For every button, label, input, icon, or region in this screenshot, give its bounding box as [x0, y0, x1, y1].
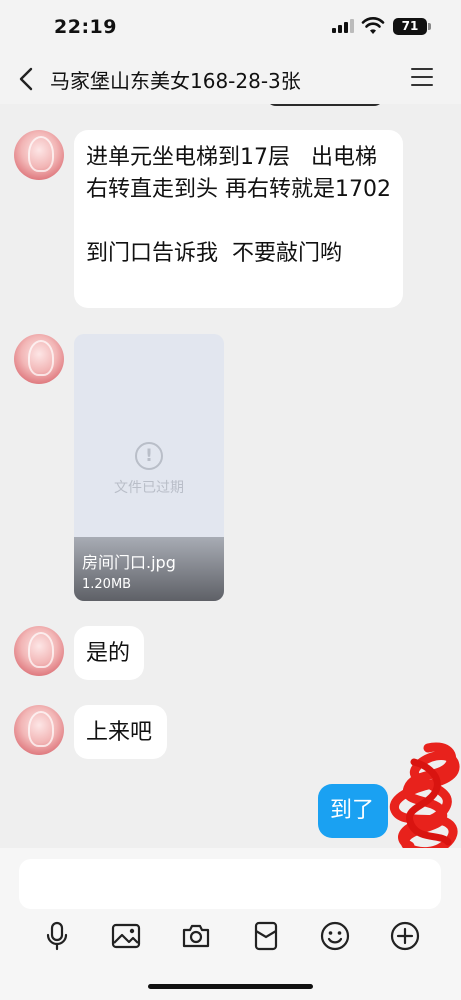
home-indicator[interactable] — [148, 984, 313, 989]
wifi-icon — [361, 17, 385, 34]
file-size: 1.20MB — [82, 577, 132, 592]
file-expired-label: 文件已过期 — [114, 480, 184, 496]
sent-message-bubble[interactable]: 到了 — [318, 784, 388, 838]
avatar[interactable] — [14, 130, 64, 180]
message-input[interactable] — [19, 859, 441, 909]
camera-icon[interactable] — [180, 920, 212, 952]
file-message-card[interactable]: ! 文件已过期 房间门口.jpg 1.20MB — [74, 334, 224, 601]
previous-message-bubble — [266, 104, 384, 106]
chat-title: 马家堡山东美女168-28-3张 — [50, 69, 301, 93]
status-time: 22:19 — [54, 16, 117, 38]
cellular-signal-icon — [332, 19, 354, 33]
back-icon[interactable] — [12, 64, 42, 94]
battery-icon: 71 — [393, 18, 427, 35]
emoji-icon[interactable] — [319, 920, 351, 952]
avatar[interactable] — [14, 334, 64, 384]
battery-tip — [428, 23, 431, 30]
chat-header: 马家堡山东美女168-28-3张 — [0, 54, 461, 104]
redaction-scribble — [389, 742, 460, 848]
exclamation-icon: ! — [135, 442, 163, 470]
input-bar — [0, 848, 461, 1000]
microphone-icon[interactable] — [41, 920, 73, 952]
red-packet-icon[interactable] — [250, 920, 282, 952]
plus-icon[interactable] — [389, 920, 421, 952]
message-list[interactable]: 进单元坐电梯到17层 出电梯右转直走到头 再右转就是1702 到门口告诉我 不要… — [0, 104, 461, 848]
file-info: 房间门口.jpg 1.20MB — [74, 537, 224, 601]
message-bubble[interactable]: 上来吧 — [74, 705, 167, 759]
message-bubble[interactable]: 进单元坐电梯到17层 出电梯右转直走到头 再右转就是1702 到门口告诉我 不要… — [74, 130, 403, 308]
file-name: 房间门口.jpg — [82, 553, 176, 572]
avatar[interactable] — [14, 705, 64, 755]
image-icon[interactable] — [110, 920, 142, 952]
menu-icon[interactable] — [410, 68, 436, 90]
status-bar: 22:19 71 — [0, 0, 461, 54]
message-bubble[interactable]: 是的 — [74, 626, 144, 680]
avatar[interactable] — [14, 626, 64, 676]
